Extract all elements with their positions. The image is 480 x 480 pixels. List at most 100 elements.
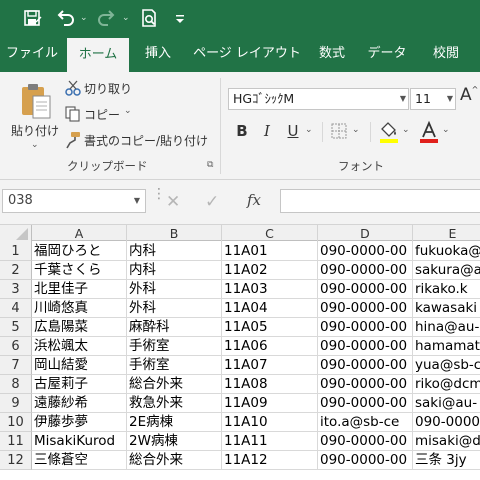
grow-font-icon[interactable]: A^ bbox=[460, 85, 478, 105]
cell-b2[interactable]: 内科 bbox=[127, 261, 222, 280]
enter-icon[interactable]: ✓ bbox=[205, 192, 219, 212]
cell-c6[interactable]: 11A06 bbox=[222, 337, 318, 356]
cell-b9[interactable]: 救急外来 bbox=[127, 394, 222, 413]
cell-b5[interactable]: 麻酔科 bbox=[127, 318, 222, 337]
cell-d9[interactable]: 090-0000-00 bbox=[318, 394, 413, 413]
cell-a4[interactable]: 川崎悠真 bbox=[32, 299, 127, 318]
cell-d8[interactable]: 090-0000-00 bbox=[318, 375, 413, 394]
column-header-a[interactable]: A bbox=[32, 225, 127, 242]
cell-b7[interactable]: 手術室 bbox=[127, 356, 222, 375]
cell-a5[interactable]: 広島陽菜 bbox=[32, 318, 127, 337]
cancel-icon[interactable]: ✕ bbox=[166, 192, 180, 212]
cell-b4[interactable]: 外科 bbox=[127, 299, 222, 318]
formula-input[interactable] bbox=[280, 189, 480, 213]
cell-d6[interactable]: 090-0000-00 bbox=[318, 337, 413, 356]
cell-c1[interactable]: 11A01 bbox=[222, 242, 318, 261]
cell-c7[interactable]: 11A07 bbox=[222, 356, 318, 375]
column-header-b[interactable]: B bbox=[127, 225, 222, 242]
chevron-down-icon[interactable]: ▼ bbox=[134, 190, 140, 212]
cell-e3[interactable]: rikako.k bbox=[413, 280, 480, 299]
clipboard-launcher-icon[interactable]: ⧉ bbox=[207, 160, 213, 170]
print-preview-icon[interactable] bbox=[138, 7, 162, 29]
cell-d7[interactable]: 090-0000-00 bbox=[318, 356, 413, 375]
cell-a10[interactable]: 伊藤歩夢 bbox=[32, 413, 127, 432]
row-header[interactable]: 8 bbox=[0, 375, 32, 394]
cut-button[interactable]: 切り取り bbox=[64, 78, 174, 98]
cell-e12[interactable]: 三条 3jy bbox=[413, 451, 480, 470]
cell-c4[interactable]: 11A04 bbox=[222, 299, 318, 318]
more-options-icon[interactable]: ⋮ bbox=[152, 187, 166, 201]
column-header-e[interactable]: E bbox=[413, 225, 480, 242]
redo-icon[interactable] bbox=[96, 7, 120, 29]
copy-dropdown-icon[interactable]: ⌄ bbox=[124, 106, 132, 116]
cell-c11[interactable]: 11A11 bbox=[222, 432, 318, 451]
borders-icon[interactable] bbox=[330, 122, 348, 144]
cell-c3[interactable]: 11A03 bbox=[222, 280, 318, 299]
cell-b12[interactable]: 総合外来 bbox=[127, 451, 222, 470]
font-name-select[interactable]: HGｺﾞｼｯｸM ▼ bbox=[228, 88, 409, 110]
select-all-corner[interactable] bbox=[0, 225, 32, 242]
row-header[interactable]: 5 bbox=[0, 318, 32, 337]
tab-insert[interactable]: 挿入 bbox=[137, 36, 179, 72]
row-header[interactable]: 12 bbox=[0, 451, 32, 470]
cell-d5[interactable]: 090-0000-00 bbox=[318, 318, 413, 337]
cell-c2[interactable]: 11A02 bbox=[222, 261, 318, 280]
fill-color-icon[interactable] bbox=[378, 120, 400, 148]
tab-review[interactable]: 校閲 bbox=[425, 36, 467, 72]
tab-data[interactable]: データ bbox=[365, 36, 409, 72]
font-size-select[interactable]: 11 ▼ bbox=[410, 88, 456, 110]
cell-d4[interactable]: 090-0000-00 bbox=[318, 299, 413, 318]
fill-color-dropdown-icon[interactable]: ⌄ bbox=[402, 125, 410, 135]
row-header[interactable]: 10 bbox=[0, 413, 32, 432]
cell-a11[interactable]: MisakiKurod bbox=[32, 432, 127, 451]
paste-button[interactable]: 貼り付け ⌄ bbox=[8, 78, 62, 158]
column-header-d[interactable]: D bbox=[318, 225, 413, 242]
cell-e1[interactable]: fukuoka@ bbox=[413, 242, 480, 261]
insert-function-icon[interactable]: fx bbox=[247, 191, 261, 209]
cell-a12[interactable]: 三條蒼空 bbox=[32, 451, 127, 470]
tab-home[interactable]: ホーム bbox=[67, 38, 129, 72]
cell-c5[interactable]: 11A05 bbox=[222, 318, 318, 337]
cell-e4[interactable]: kawasaki bbox=[413, 299, 480, 318]
cell-d11[interactable]: 090-0000-00 bbox=[318, 432, 413, 451]
customize-icon[interactable] bbox=[172, 7, 196, 29]
row-header[interactable]: 7 bbox=[0, 356, 32, 375]
cell-e2[interactable]: sakura@a bbox=[413, 261, 480, 280]
cell-e8[interactable]: riko@dcm bbox=[413, 375, 480, 394]
row-header[interactable]: 9 bbox=[0, 394, 32, 413]
cell-a8[interactable]: 古屋莉子 bbox=[32, 375, 127, 394]
redo-dropdown-icon[interactable]: ⌄ bbox=[122, 9, 130, 27]
cell-c10[interactable]: 11A10 bbox=[222, 413, 318, 432]
save-icon[interactable] bbox=[22, 7, 46, 29]
cell-a9[interactable]: 遠藤紗希 bbox=[32, 394, 127, 413]
underline-dropdown-icon[interactable]: ⌄ bbox=[305, 125, 313, 135]
cell-b10[interactable]: 2E病棟 bbox=[127, 413, 222, 432]
cell-b1[interactable]: 内科 bbox=[127, 242, 222, 261]
cell-c9[interactable]: 11A09 bbox=[222, 394, 318, 413]
cell-b6[interactable]: 手術室 bbox=[127, 337, 222, 356]
cell-b3[interactable]: 外科 bbox=[127, 280, 222, 299]
row-header[interactable]: 3 bbox=[0, 280, 32, 299]
row-header[interactable]: 2 bbox=[0, 261, 32, 280]
cell-e5[interactable]: hina@au- bbox=[413, 318, 480, 337]
tab-file[interactable]: ファイル bbox=[6, 36, 58, 72]
undo-icon[interactable] bbox=[54, 7, 78, 29]
cell-a1[interactable]: 福岡ひろと bbox=[32, 242, 127, 261]
row-header[interactable]: 1 bbox=[0, 242, 32, 261]
cell-d10[interactable]: ito.a@sb-ce bbox=[318, 413, 413, 432]
cell-c12[interactable]: 11A12 bbox=[222, 451, 318, 470]
name-box[interactable]: 038 ▼ bbox=[2, 189, 146, 213]
copy-button[interactable]: コピー ⌄ bbox=[64, 104, 174, 124]
underline-button[interactable]: U bbox=[284, 120, 302, 142]
cell-a2[interactable]: 千葉さくら bbox=[32, 261, 127, 280]
cell-a7[interactable]: 岡山結愛 bbox=[32, 356, 127, 375]
undo-dropdown-icon[interactable]: ⌄ bbox=[80, 9, 88, 27]
tab-formulas[interactable]: 数式 bbox=[313, 36, 351, 72]
italic-button[interactable]: I bbox=[258, 120, 276, 142]
paste-dropdown-icon[interactable]: ⌄ bbox=[31, 140, 39, 150]
tab-page-layout[interactable]: ページ レイアウト bbox=[193, 36, 301, 72]
cell-b8[interactable]: 総合外来 bbox=[127, 375, 222, 394]
row-header[interactable]: 4 bbox=[0, 299, 32, 318]
cell-d1[interactable]: 090-0000-00 bbox=[318, 242, 413, 261]
row-header[interactable]: 11 bbox=[0, 432, 32, 451]
